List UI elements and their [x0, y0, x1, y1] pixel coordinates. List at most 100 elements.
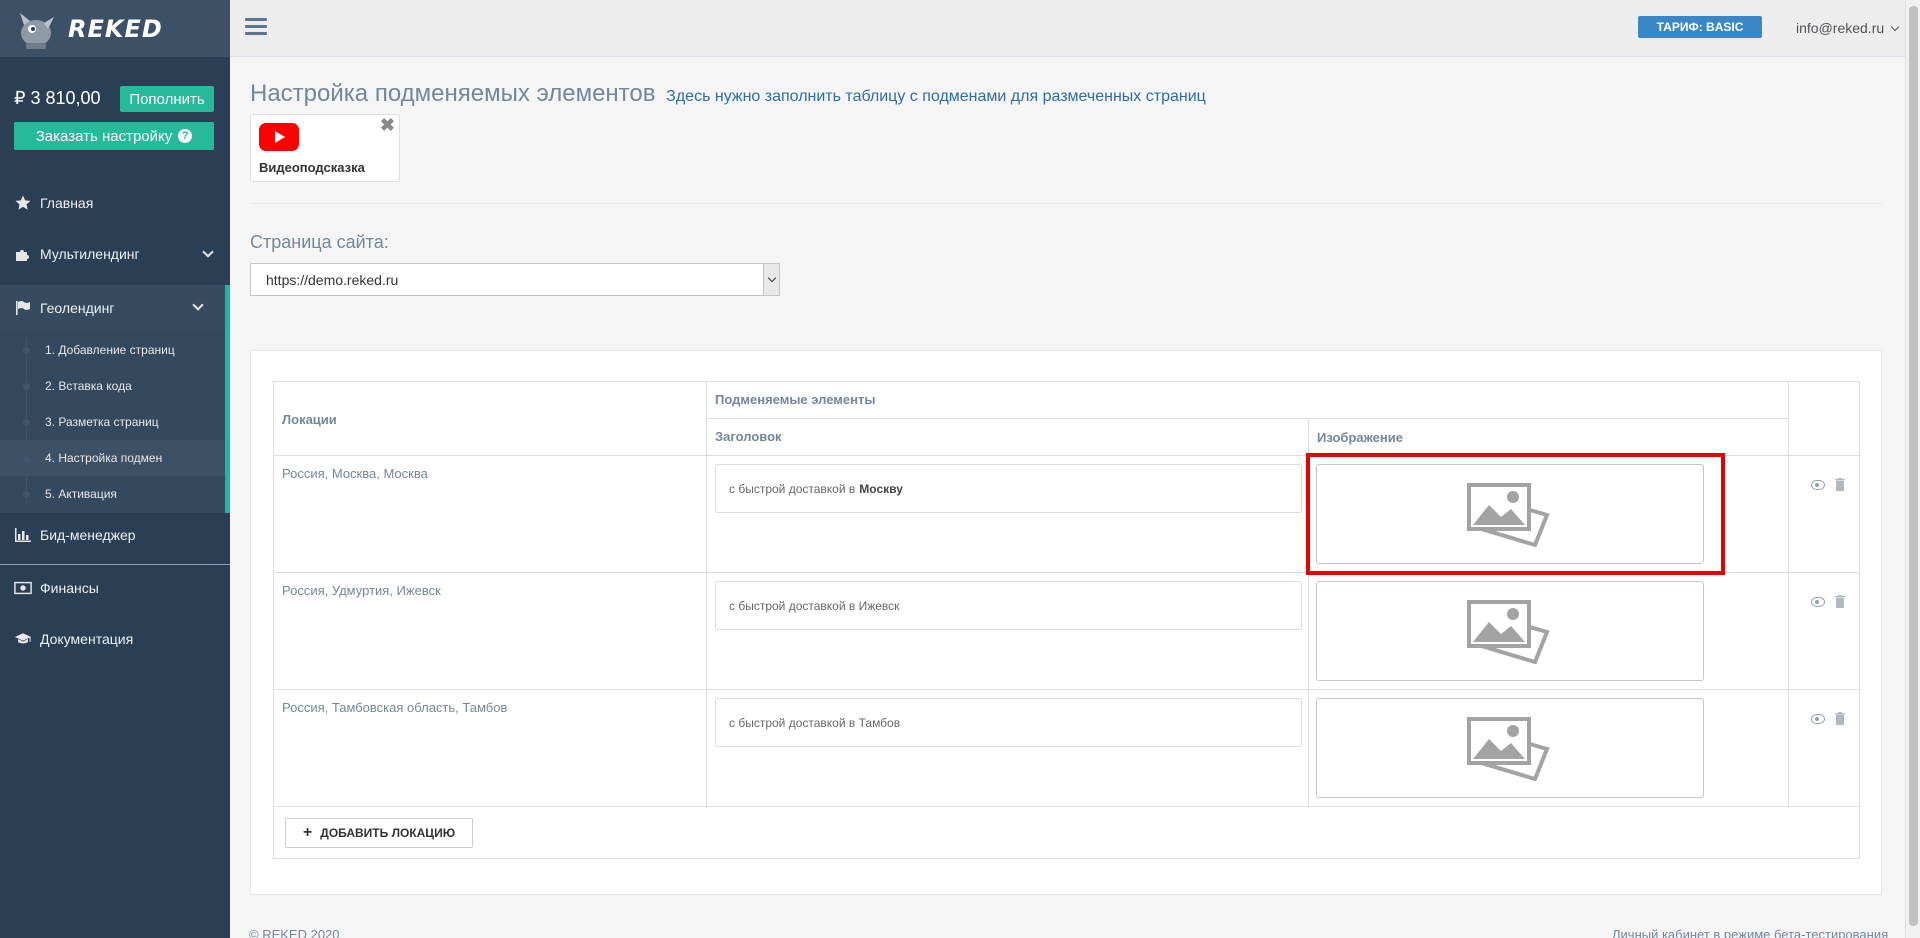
heading-input-value: с быстрой доставкой в Тамбов — [729, 715, 901, 730]
table-row-actions — [1789, 573, 1859, 690]
submenu-item-add-pages[interactable]: 1. Добавление страниц — [0, 332, 225, 368]
sidebar-item-label: Бид-менеджер — [40, 527, 136, 543]
trash-icon[interactable] — [1835, 595, 1845, 608]
question-icon: ? — [178, 129, 193, 143]
submenu-item-activation[interactable]: 5. Активация — [0, 476, 225, 512]
user-email: info@reked.ru — [1796, 20, 1885, 36]
graduation-cap-icon — [14, 631, 32, 647]
highlight-frame — [1306, 453, 1725, 575]
table-row-image-cell — [1309, 573, 1789, 690]
column-header-image: Изображение — [1309, 419, 1789, 456]
submenu-item-insert-code[interactable]: 2. Вставка кода — [0, 368, 225, 404]
sidebar: REKED ₽ 3 810,00 Пополнить Заказать наст… — [0, 0, 230, 938]
site-page-select[interactable]: https://demo.reked.ru — [250, 263, 780, 296]
trash-icon[interactable] — [1835, 712, 1845, 725]
image-upload-box[interactable] — [1316, 698, 1704, 798]
heading-input[interactable]: с быстрой доставкой в Ижевск — [715, 581, 1302, 630]
sidebar-item-label: Мультилендинг — [40, 246, 140, 262]
page-subtitle: Здесь нужно заполнить таблицу с подменам… — [666, 88, 1206, 105]
image-upload-box[interactable] — [1316, 581, 1704, 681]
eye-icon[interactable] — [1811, 597, 1825, 607]
logo-text: REKED — [68, 14, 163, 43]
close-icon[interactable]: ✖ — [380, 115, 395, 136]
column-header-label: Заголовок — [715, 429, 782, 444]
flag-icon — [14, 300, 32, 316]
submenu-item-markup-pages[interactable]: 3. Разметка страниц — [0, 404, 225, 440]
page-title: Настройка подменяемых элементов Здесь ну… — [250, 80, 1206, 108]
star-icon — [14, 195, 32, 211]
order-setup-label: Заказать настройку — [35, 127, 173, 145]
site-page-label: Страница сайта: — [250, 232, 389, 252]
page-scrollbar[interactable] — [1905, 0, 1920, 938]
submenu-item-label: 2. Вставка кода — [45, 379, 132, 393]
heading-input-value: с быстрой доставкой в Ижевск — [729, 598, 900, 613]
sidebar-item-home[interactable]: Главная — [0, 183, 230, 223]
sidebar-item-bid-manager[interactable]: Бид-менеджер — [0, 515, 230, 555]
top-navbar: ТАРИФ: BASIC info@reked.ru — [230, 0, 1920, 57]
column-header-label: Локации — [282, 412, 337, 427]
submenu-item-label: 3. Разметка страниц — [45, 415, 159, 429]
footer-beta-note: Личный кабинет в режиме бета-тестировани… — [1612, 927, 1889, 938]
table-row-heading-cell: с быстрой доставкой в Ижевск — [707, 573, 1309, 690]
chevron-down-icon[interactable] — [763, 264, 779, 295]
column-header-label: Изображение — [1317, 430, 1403, 445]
puzzle-icon — [14, 246, 32, 262]
eye-icon[interactable] — [1811, 714, 1825, 724]
table-row-actions — [1789, 690, 1859, 807]
table-row-heading-cell: с быстрой доставкой в Тамбов — [707, 690, 1309, 807]
user-menu[interactable]: info@reked.ru — [1796, 20, 1900, 36]
sidebar-item-label: Финансы — [40, 580, 99, 596]
page-title-text: Настройка подменяемых элементов — [250, 80, 656, 107]
heading-input[interactable]: с быстрой доставкой в Тамбов — [715, 698, 1302, 747]
sidebar-item-label: Документация — [40, 631, 134, 647]
sidebar-divider — [0, 564, 230, 565]
sidebar-item-documentation[interactable]: Документация — [0, 619, 230, 659]
table-row-actions — [1789, 456, 1859, 573]
add-location-label: ДОБАВИТЬ ЛОКАЦИЮ — [320, 826, 456, 840]
sidebar-item-label: Главная — [40, 195, 94, 211]
geolanding-submenu: 1. Добавление страниц 2. Вставка кода 3.… — [0, 330, 230, 513]
money-icon — [14, 581, 32, 595]
submenu-item-setup-substitutions[interactable]: 4. Настройка подмен — [0, 440, 225, 476]
eye-icon[interactable] — [1811, 480, 1825, 490]
logo[interactable]: REKED — [0, 0, 230, 57]
sidebar-item-finances[interactable]: Финансы — [0, 568, 230, 608]
chevron-down-icon — [1890, 22, 1900, 32]
menu-toggle-icon[interactable] — [245, 18, 267, 36]
content-divider — [250, 203, 1882, 204]
table-row-heading-cell: с быстрой доставкой в Москву — [707, 456, 1309, 573]
column-header-actions — [1789, 382, 1859, 456]
video-hint-label: Видеоподсказка — [259, 160, 365, 175]
sidebar-item-multilanding[interactable]: Мультилендинг — [0, 234, 230, 274]
topup-button[interactable]: Пополнить — [120, 86, 214, 112]
site-page-value: https://demo.reked.ru — [266, 271, 399, 288]
order-setup-button[interactable]: Заказать настройку ? — [14, 122, 214, 150]
table-row-location: Россия, Тамбовская область, Тамбов — [274, 690, 707, 807]
column-header-heading: Заголовок — [707, 419, 1309, 456]
account-balance: ₽ 3 810,00 — [14, 88, 101, 108]
trash-icon[interactable] — [1835, 478, 1845, 491]
video-hint-card[interactable]: Видеоподсказка ✖ — [250, 114, 400, 182]
tariff-badge[interactable]: ТАРИФ: BASIC — [1638, 16, 1762, 38]
rhino-mascot-icon — [20, 12, 54, 49]
youtube-play-icon[interactable] — [259, 123, 299, 151]
heading-input-value: с быстрой доставкой в — [729, 481, 856, 496]
submenu-item-label: 4. Настройка подмен — [45, 451, 163, 465]
heading-highlight-word: Москву — [859, 481, 903, 496]
footer-copyright: © REKED 2020 — [249, 927, 340, 938]
sidebar-item-geolanding[interactable]: Геолендинг — [0, 285, 230, 330]
plus-icon: + — [302, 824, 313, 841]
location-text: Россия, Тамбовская область, Тамбов — [282, 700, 508, 715]
image-placeholder-icon — [1467, 600, 1550, 664]
chevron-down-icon — [192, 299, 204, 311]
table-row-image-cell — [1309, 690, 1789, 807]
submenu-item-label: 1. Добавление страниц — [45, 343, 175, 357]
location-text: Россия, Удмуртия, Ижевск — [282, 583, 441, 598]
add-location-button[interactable]: + ДОБАВИТЬ ЛОКАЦИЮ — [285, 818, 473, 848]
column-group-header: Подменяемые элементы — [707, 382, 1789, 419]
scrollbar-thumb[interactable] — [1909, 6, 1918, 926]
location-text: Россия, Москва, Москва — [282, 466, 428, 481]
image-placeholder-icon — [1467, 717, 1550, 781]
table-row-location: Россия, Москва, Москва — [274, 456, 707, 573]
heading-input[interactable]: с быстрой доставкой в Москву — [715, 464, 1302, 513]
